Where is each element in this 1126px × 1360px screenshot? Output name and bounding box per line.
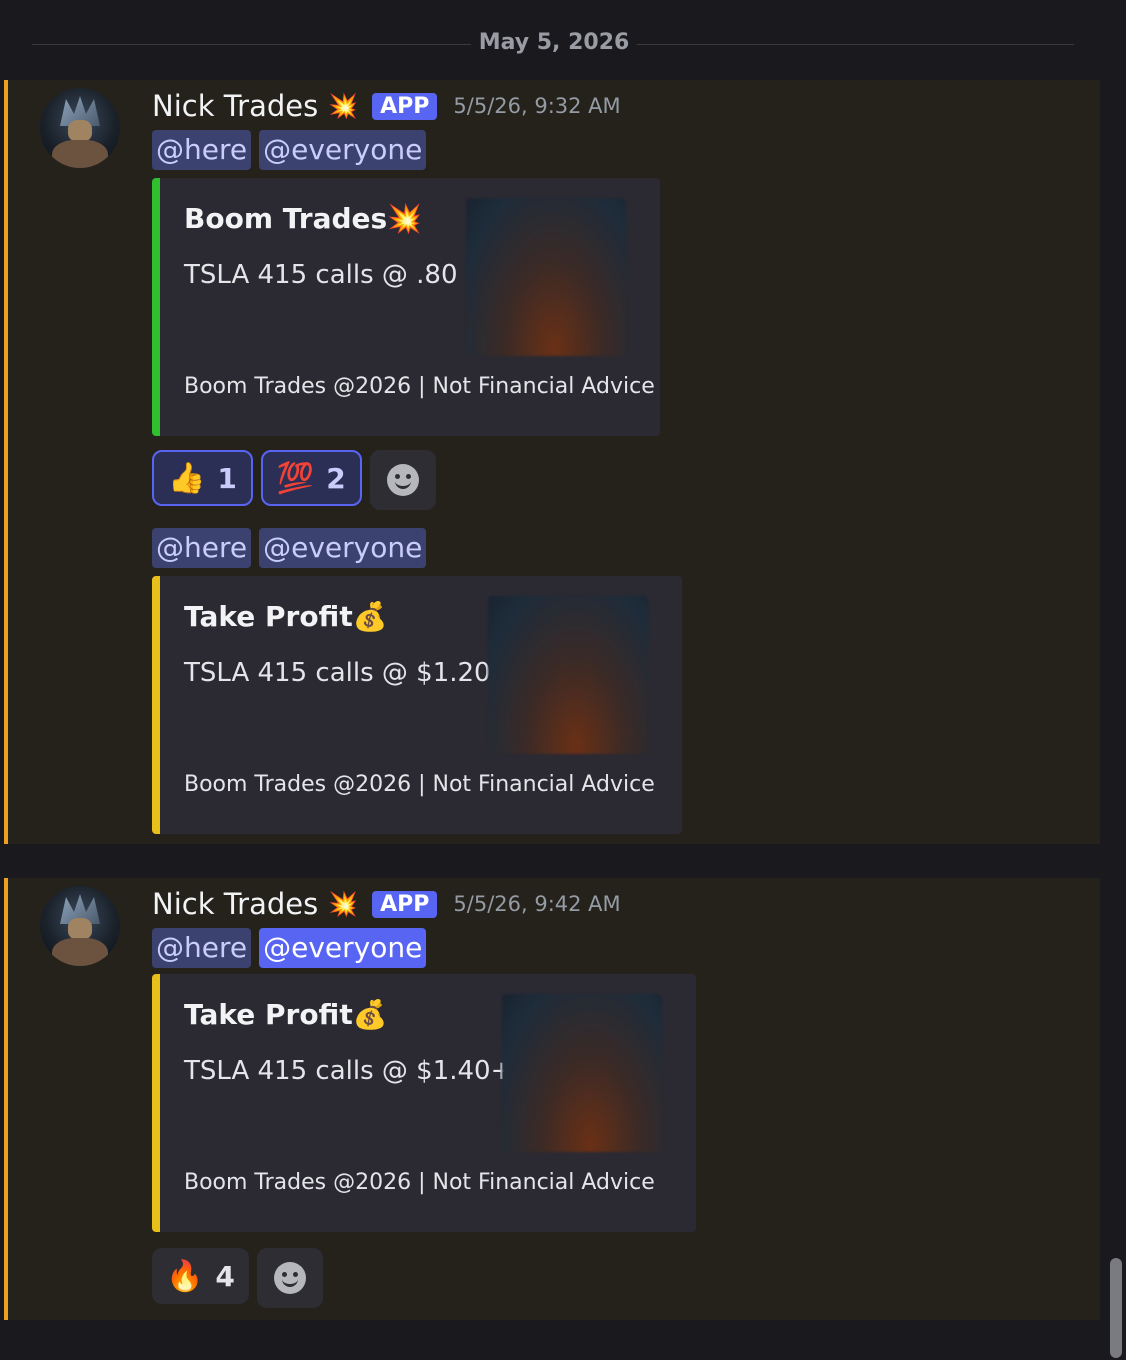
username[interactable]: Nick Trades	[152, 89, 318, 123]
mentions: @here @everyone	[152, 928, 427, 968]
embed: Take Profit💰 TSLA 415 calls @ $1.40+ Boo…	[152, 974, 696, 1232]
embed-description: TSLA 415 calls @ .80	[184, 260, 458, 290]
hundred-points-icon: 💯	[276, 460, 315, 496]
mentions: @here @everyone	[152, 528, 427, 568]
collision-icon: 💥	[328, 92, 359, 120]
mention-here[interactable]: @here	[152, 928, 252, 968]
reactions: 👍 1 💯 2	[152, 450, 436, 510]
mentions: @here @everyone	[152, 130, 427, 170]
date-divider: May 5, 2026	[0, 30, 1108, 55]
collision-icon: 💥	[328, 890, 359, 918]
embed: Take Profit💰 TSLA 415 calls @ $1.20 Boom…	[152, 576, 682, 834]
avatar[interactable]	[40, 88, 120, 168]
embed: Boom Trades💥 TSLA 415 calls @ .80 Boom T…	[152, 178, 660, 436]
embed-footer: Boom Trades @2026 | Not Financial Advice	[184, 772, 655, 797]
embed-thumbnail[interactable]	[488, 596, 648, 754]
embed-title: Take Profit💰	[184, 600, 388, 633]
date-divider-label: May 5, 2026	[470, 30, 638, 55]
message-timestamp[interactable]: 5/5/26, 9:32 AM	[453, 94, 620, 118]
reaction-count: 1	[217, 461, 237, 495]
reaction-fire[interactable]: 🔥 4	[152, 1248, 249, 1304]
message-header: Nick Trades 💥 APP 5/5/26, 9:32 AM	[152, 88, 621, 124]
mention-everyone[interactable]: @everyone	[259, 928, 427, 968]
message-header: Nick Trades 💥 APP 5/5/26, 9:42 AM	[152, 886, 621, 922]
smile-icon	[273, 1262, 306, 1294]
username[interactable]: Nick Trades	[152, 887, 318, 921]
reaction-count: 4	[215, 1259, 235, 1293]
message-group: Nick Trades 💥 APP 5/5/26, 9:42 AM @here …	[4, 878, 1100, 1320]
message-group: Nick Trades 💥 APP 5/5/26, 9:32 AM @here …	[4, 80, 1100, 844]
app-badge: APP	[372, 890, 438, 918]
reaction-hundred[interactable]: 💯 2	[260, 450, 362, 506]
app-badge: APP	[372, 92, 438, 120]
scrollbar-thumb[interactable]	[1110, 1258, 1122, 1358]
avatar[interactable]	[40, 886, 120, 966]
embed-thumbnail[interactable]	[466, 198, 626, 356]
embed-footer: Boom Trades @2026 | Not Financial Advice	[184, 1170, 655, 1195]
embed-footer: Boom Trades @2026 | Not Financial Advice	[184, 374, 655, 399]
thumbs-up-icon: 👍	[168, 460, 206, 496]
reaction-count: 2	[326, 461, 346, 495]
embed-description: TSLA 415 calls @ $1.20	[184, 658, 491, 688]
mention-here[interactable]: @here	[152, 528, 252, 568]
reaction-thumbs-up[interactable]: 👍 1	[152, 450, 253, 506]
embed-title: Boom Trades💥	[184, 202, 423, 235]
embed-thumbnail[interactable]	[502, 994, 662, 1152]
message-timestamp[interactable]: 5/5/26, 9:42 AM	[453, 892, 620, 916]
embed-title: Take Profit💰	[184, 998, 388, 1031]
mention-here[interactable]: @here	[152, 130, 252, 170]
mention-everyone[interactable]: @everyone	[259, 528, 427, 568]
smile-icon	[386, 464, 419, 496]
mention-everyone[interactable]: @everyone	[259, 130, 427, 170]
add-reaction-button[interactable]	[256, 1248, 323, 1308]
fire-icon: 🔥	[166, 1258, 204, 1294]
reactions: 🔥 4	[152, 1248, 323, 1308]
embed-description: TSLA 415 calls @ $1.40+	[184, 1056, 513, 1086]
add-reaction-button[interactable]	[369, 450, 436, 510]
